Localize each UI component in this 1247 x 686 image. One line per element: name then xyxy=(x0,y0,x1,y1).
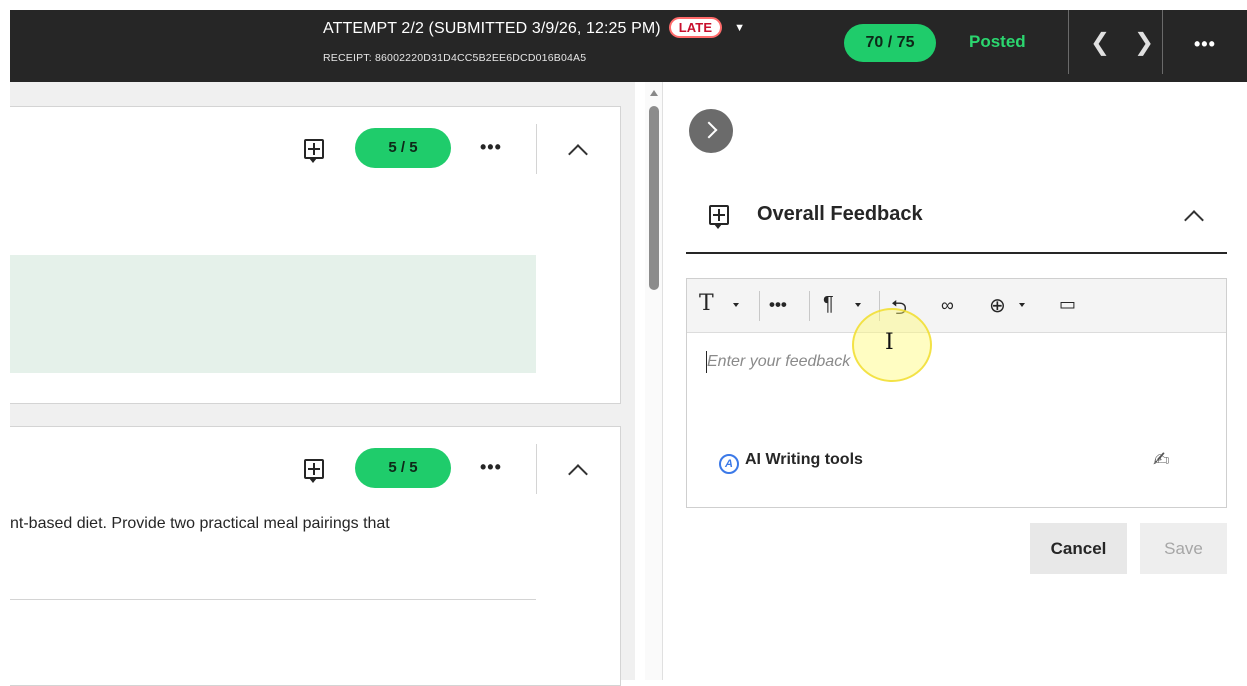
editor-toolbar: T ••• ¶ ⮌ ∞ ⊕ ▭ xyxy=(687,279,1226,333)
paragraph-icon[interactable]: ¶ xyxy=(823,293,834,316)
card-divider xyxy=(536,444,537,494)
toolbar-divider xyxy=(809,291,810,321)
question-score-badge[interactable]: 5 / 5 xyxy=(355,128,451,168)
more-formatting-icon[interactable]: ••• xyxy=(769,295,787,315)
header-divider xyxy=(1068,10,1069,74)
more-options-button[interactable]: ••• xyxy=(1194,34,1216,55)
ai-sparkle-icon: A xyxy=(719,454,739,474)
question-score-badge[interactable]: 5 / 5 xyxy=(355,448,451,488)
link-icon[interactable]: ∞ xyxy=(941,295,954,316)
chevron-down-icon[interactable]: ▼ xyxy=(734,22,745,34)
scrollbar[interactable] xyxy=(645,82,663,680)
text-cursor-ibeam-icon: I xyxy=(885,330,894,355)
save-button[interactable]: Save xyxy=(1140,523,1227,574)
insert-content-icon[interactable]: ⊕ xyxy=(989,293,1006,318)
total-score-badge[interactable]: 70 / 75 xyxy=(844,24,936,62)
attempt-label: ATTEMPT 2/2 (SUBMITTED 3/9/26, 12:25 PM) xyxy=(323,20,661,37)
questions-panel: 5 / 5 ••• 5 / 5 ••• nt-based diet. Provi… xyxy=(10,82,635,686)
signature-pen-icon[interactable]: ✍ xyxy=(1153,447,1170,472)
feedback-placeholder[interactable]: Enter your feedback xyxy=(707,353,850,371)
question-more-button[interactable]: ••• xyxy=(480,457,502,478)
submission-header: ATTEMPT 2/2 (SUBMITTED 3/9/26, 12:25 PM)… xyxy=(10,10,1247,82)
posted-status: Posted xyxy=(969,32,1026,51)
header-divider xyxy=(1162,10,1163,74)
card-divider-line xyxy=(10,599,536,600)
chevron-up-icon[interactable] xyxy=(1184,210,1204,230)
question-more-button[interactable]: ••• xyxy=(480,137,502,158)
scrollbar-thumb[interactable] xyxy=(649,106,659,290)
student-answer-area xyxy=(10,255,536,373)
caret-down-icon[interactable] xyxy=(855,303,861,307)
video-record-icon[interactable]: ▭ xyxy=(1059,294,1076,315)
receipt-id: RECEIPT: 86002220D31D4CC5B2EE6DCD016B04A… xyxy=(323,52,587,64)
toolbar-divider xyxy=(759,291,760,321)
attempt-selector[interactable]: ATTEMPT 2/2 (SUBMITTED 3/9/26, 12:25 PM)… xyxy=(323,17,745,38)
late-badge: LATE xyxy=(668,17,723,38)
card-divider xyxy=(536,124,537,174)
caret-down-icon[interactable] xyxy=(1019,303,1025,307)
overall-feedback-title: Overall Feedback xyxy=(757,203,923,225)
feedback-icon xyxy=(709,205,729,229)
feedback-editor[interactable]: T ••• ¶ ⮌ ∞ ⊕ ▭ Enter your feedback A AI … xyxy=(686,278,1227,508)
cancel-button[interactable]: Cancel xyxy=(1030,523,1127,574)
ai-writing-tools-label: AI Writing tools xyxy=(745,451,863,468)
question-card: 5 / 5 ••• xyxy=(10,106,621,404)
add-feedback-icon[interactable] xyxy=(304,139,324,163)
chevron-right-icon[interactable]: ❯ xyxy=(1134,28,1154,57)
chevron-up-icon[interactable] xyxy=(568,144,588,164)
ai-writing-tools-button[interactable]: A AI Writing tools xyxy=(719,451,863,474)
question-prompt: nt-based diet. Provide two practical mea… xyxy=(10,515,390,532)
chevron-left-icon[interactable]: ❮ xyxy=(1090,28,1110,57)
section-divider xyxy=(686,252,1227,254)
add-feedback-icon[interactable] xyxy=(304,459,324,483)
chevron-up-icon[interactable] xyxy=(568,464,588,484)
collapse-panel-button[interactable] xyxy=(689,109,733,153)
question-card: 5 / 5 ••• nt-based diet. Provide two pra… xyxy=(10,426,621,686)
scroll-up-arrow-icon[interactable] xyxy=(650,90,658,96)
caret-down-icon[interactable] xyxy=(733,303,739,307)
text-style-icon[interactable]: T xyxy=(699,291,714,316)
